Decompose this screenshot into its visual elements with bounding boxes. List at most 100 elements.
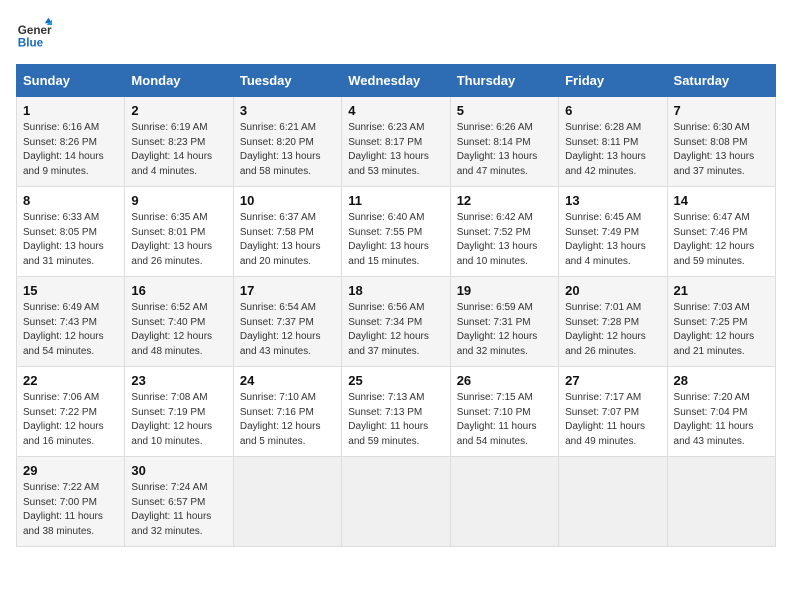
day-info: Sunrise: 6:40 AMSunset: 7:55 PMDaylight:…: [348, 211, 443, 269]
day-number: 19: [457, 283, 552, 298]
calendar-cell: 3 Sunrise: 6:21 AMSunset: 8:20 PMDayligh…: [233, 97, 341, 187]
calendar-cell: [559, 457, 667, 547]
calendar-cell: 29 Sunrise: 7:22 AMSunset: 7:00 PMDaylig…: [17, 457, 125, 547]
day-number: 7: [674, 103, 769, 118]
day-number: 9: [131, 193, 226, 208]
day-number: 16: [131, 283, 226, 298]
page-header: General Blue: [16, 16, 776, 52]
day-number: 21: [674, 283, 769, 298]
day-number: 25: [348, 373, 443, 388]
calendar-week-row: 8 Sunrise: 6:33 AMSunset: 8:05 PMDayligh…: [17, 187, 776, 277]
day-number: 20: [565, 283, 660, 298]
day-number: 29: [23, 463, 118, 478]
day-number: 12: [457, 193, 552, 208]
day-info: Sunrise: 7:06 AMSunset: 7:22 PMDaylight:…: [23, 391, 118, 449]
day-number: 15: [23, 283, 118, 298]
day-number: 17: [240, 283, 335, 298]
day-info: Sunrise: 7:20 AMSunset: 7:04 PMDaylight:…: [674, 391, 769, 449]
calendar-week-row: 22 Sunrise: 7:06 AMSunset: 7:22 PMDaylig…: [17, 367, 776, 457]
day-info: Sunrise: 7:01 AMSunset: 7:28 PMDaylight:…: [565, 301, 660, 359]
day-number: 3: [240, 103, 335, 118]
day-number: 2: [131, 103, 226, 118]
calendar-table: SundayMondayTuesdayWednesdayThursdayFrid…: [16, 64, 776, 547]
calendar-cell: 11 Sunrise: 6:40 AMSunset: 7:55 PMDaylig…: [342, 187, 450, 277]
weekday-header-friday: Friday: [559, 65, 667, 97]
logo: General Blue: [16, 16, 56, 52]
day-number: 24: [240, 373, 335, 388]
day-number: 26: [457, 373, 552, 388]
calendar-cell: 24 Sunrise: 7:10 AMSunset: 7:16 PMDaylig…: [233, 367, 341, 457]
day-number: 1: [23, 103, 118, 118]
calendar-cell: 16 Sunrise: 6:52 AMSunset: 7:40 PMDaylig…: [125, 277, 233, 367]
day-number: 6: [565, 103, 660, 118]
day-info: Sunrise: 7:17 AMSunset: 7:07 PMDaylight:…: [565, 391, 660, 449]
svg-text:Blue: Blue: [18, 37, 44, 50]
calendar-cell: 15 Sunrise: 6:49 AMSunset: 7:43 PMDaylig…: [17, 277, 125, 367]
day-info: Sunrise: 6:33 AMSunset: 8:05 PMDaylight:…: [23, 211, 118, 269]
calendar-week-row: 29 Sunrise: 7:22 AMSunset: 7:00 PMDaylig…: [17, 457, 776, 547]
day-number: 27: [565, 373, 660, 388]
day-info: Sunrise: 6:16 AMSunset: 8:26 PMDaylight:…: [23, 121, 118, 179]
day-info: Sunrise: 7:15 AMSunset: 7:10 PMDaylight:…: [457, 391, 552, 449]
calendar-cell: 4 Sunrise: 6:23 AMSunset: 8:17 PMDayligh…: [342, 97, 450, 187]
calendar-cell: 2 Sunrise: 6:19 AMSunset: 8:23 PMDayligh…: [125, 97, 233, 187]
day-info: Sunrise: 6:59 AMSunset: 7:31 PMDaylight:…: [457, 301, 552, 359]
day-info: Sunrise: 6:35 AMSunset: 8:01 PMDaylight:…: [131, 211, 226, 269]
calendar-cell: 27 Sunrise: 7:17 AMSunset: 7:07 PMDaylig…: [559, 367, 667, 457]
calendar-cell: 22 Sunrise: 7:06 AMSunset: 7:22 PMDaylig…: [17, 367, 125, 457]
calendar-cell: [342, 457, 450, 547]
weekday-header-saturday: Saturday: [667, 65, 775, 97]
day-info: Sunrise: 7:13 AMSunset: 7:13 PMDaylight:…: [348, 391, 443, 449]
day-number: 11: [348, 193, 443, 208]
calendar-cell: 14 Sunrise: 6:47 AMSunset: 7:46 PMDaylig…: [667, 187, 775, 277]
day-info: Sunrise: 7:24 AMSunset: 6:57 PMDaylight:…: [131, 481, 226, 539]
day-info: Sunrise: 7:22 AMSunset: 7:00 PMDaylight:…: [23, 481, 118, 539]
calendar-cell: 21 Sunrise: 7:03 AMSunset: 7:25 PMDaylig…: [667, 277, 775, 367]
calendar-cell: [233, 457, 341, 547]
calendar-cell: 19 Sunrise: 6:59 AMSunset: 7:31 PMDaylig…: [450, 277, 558, 367]
calendar-week-row: 15 Sunrise: 6:49 AMSunset: 7:43 PMDaylig…: [17, 277, 776, 367]
svg-text:General: General: [18, 24, 52, 37]
weekday-header-tuesday: Tuesday: [233, 65, 341, 97]
logo-icon: General Blue: [16, 16, 52, 52]
calendar-cell: 28 Sunrise: 7:20 AMSunset: 7:04 PMDaylig…: [667, 367, 775, 457]
calendar-cell: 8 Sunrise: 6:33 AMSunset: 8:05 PMDayligh…: [17, 187, 125, 277]
day-number: 23: [131, 373, 226, 388]
day-number: 13: [565, 193, 660, 208]
weekday-header-wednesday: Wednesday: [342, 65, 450, 97]
day-info: Sunrise: 6:37 AMSunset: 7:58 PMDaylight:…: [240, 211, 335, 269]
day-number: 8: [23, 193, 118, 208]
calendar-cell: 6 Sunrise: 6:28 AMSunset: 8:11 PMDayligh…: [559, 97, 667, 187]
day-info: Sunrise: 7:10 AMSunset: 7:16 PMDaylight:…: [240, 391, 335, 449]
weekday-header-thursday: Thursday: [450, 65, 558, 97]
day-info: Sunrise: 6:45 AMSunset: 7:49 PMDaylight:…: [565, 211, 660, 269]
weekday-header-monday: Monday: [125, 65, 233, 97]
calendar-cell: 23 Sunrise: 7:08 AMSunset: 7:19 PMDaylig…: [125, 367, 233, 457]
weekday-header-row: SundayMondayTuesdayWednesdayThursdayFrid…: [17, 65, 776, 97]
calendar-cell: 20 Sunrise: 7:01 AMSunset: 7:28 PMDaylig…: [559, 277, 667, 367]
calendar-cell: [450, 457, 558, 547]
calendar-cell: 12 Sunrise: 6:42 AMSunset: 7:52 PMDaylig…: [450, 187, 558, 277]
day-number: 30: [131, 463, 226, 478]
day-number: 22: [23, 373, 118, 388]
calendar-cell: 7 Sunrise: 6:30 AMSunset: 8:08 PMDayligh…: [667, 97, 775, 187]
day-info: Sunrise: 6:52 AMSunset: 7:40 PMDaylight:…: [131, 301, 226, 359]
calendar-cell: 1 Sunrise: 6:16 AMSunset: 8:26 PMDayligh…: [17, 97, 125, 187]
calendar-cell: [667, 457, 775, 547]
day-info: Sunrise: 6:56 AMSunset: 7:34 PMDaylight:…: [348, 301, 443, 359]
day-info: Sunrise: 6:47 AMSunset: 7:46 PMDaylight:…: [674, 211, 769, 269]
day-number: 5: [457, 103, 552, 118]
day-info: Sunrise: 6:26 AMSunset: 8:14 PMDaylight:…: [457, 121, 552, 179]
weekday-header-sunday: Sunday: [17, 65, 125, 97]
calendar-cell: 17 Sunrise: 6:54 AMSunset: 7:37 PMDaylig…: [233, 277, 341, 367]
calendar-cell: 5 Sunrise: 6:26 AMSunset: 8:14 PMDayligh…: [450, 97, 558, 187]
calendar-cell: 10 Sunrise: 6:37 AMSunset: 7:58 PMDaylig…: [233, 187, 341, 277]
day-number: 18: [348, 283, 443, 298]
day-info: Sunrise: 6:21 AMSunset: 8:20 PMDaylight:…: [240, 121, 335, 179]
day-info: Sunrise: 6:30 AMSunset: 8:08 PMDaylight:…: [674, 121, 769, 179]
calendar-cell: 18 Sunrise: 6:56 AMSunset: 7:34 PMDaylig…: [342, 277, 450, 367]
day-info: Sunrise: 6:23 AMSunset: 8:17 PMDaylight:…: [348, 121, 443, 179]
day-info: Sunrise: 6:28 AMSunset: 8:11 PMDaylight:…: [565, 121, 660, 179]
calendar-cell: 9 Sunrise: 6:35 AMSunset: 8:01 PMDayligh…: [125, 187, 233, 277]
calendar-cell: 25 Sunrise: 7:13 AMSunset: 7:13 PMDaylig…: [342, 367, 450, 457]
